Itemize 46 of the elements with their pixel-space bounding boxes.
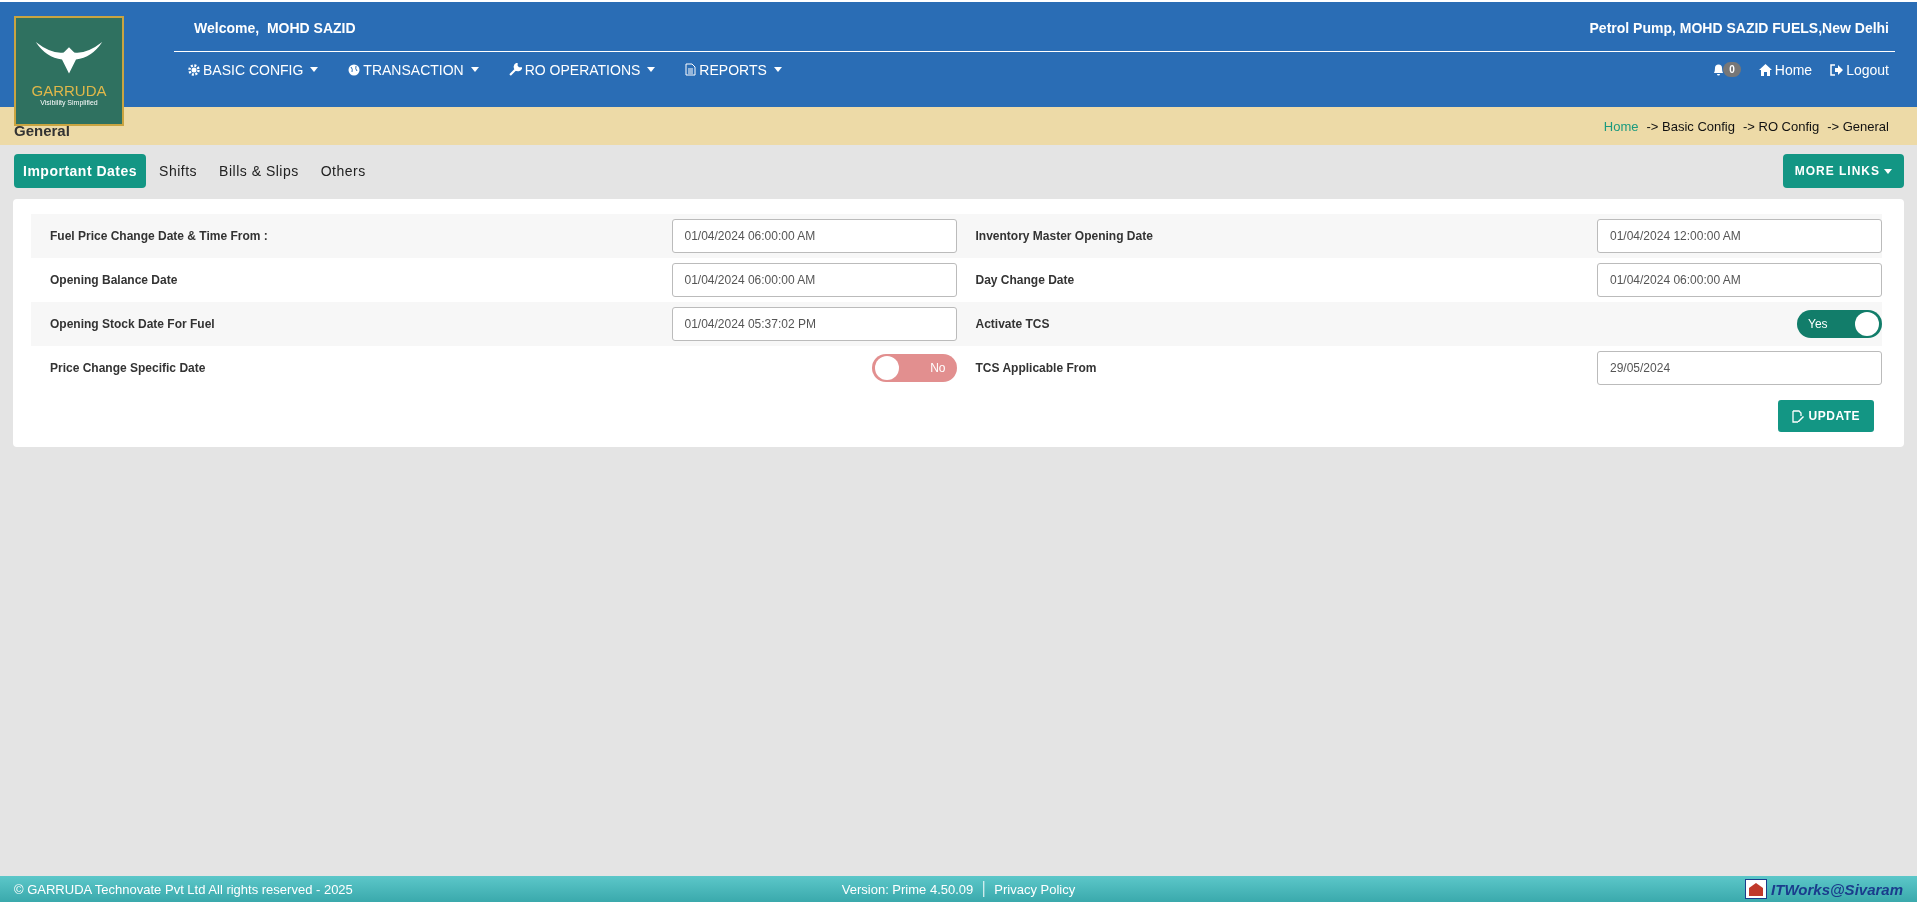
logout-icon bbox=[1830, 63, 1844, 76]
field-label: Opening Balance Date bbox=[50, 273, 178, 287]
date-field[interactable]: 01/04/2024 05:37:02 PM bbox=[671, 307, 957, 341]
tab[interactable]: Shifts bbox=[150, 154, 207, 188]
field-label: Opening Stock Date For Fuel bbox=[50, 317, 215, 331]
logo-name: GARRUDA bbox=[31, 82, 107, 99]
field-label: Activate TCS bbox=[975, 317, 1050, 331]
breadcrumb-text: -> RO Config bbox=[1742, 118, 1820, 134]
tab[interactable]: Others bbox=[311, 154, 375, 188]
top-link[interactable]: Home bbox=[1758, 61, 1813, 78]
field-label: Day Change Date bbox=[975, 273, 1075, 287]
brand-text: ITWorks@Sivaram bbox=[1771, 880, 1903, 898]
field-label: Inventory Master Opening Date bbox=[975, 229, 1153, 243]
breadcrumb-text: -> General bbox=[1827, 118, 1889, 134]
location-text: Petrol Pump, MOHD SAZID FUELS,New Delhi bbox=[1589, 19, 1890, 36]
date-field[interactable]: 29/05/2024 bbox=[1597, 351, 1882, 385]
edit-icon bbox=[1791, 409, 1804, 423]
wrench-icon bbox=[508, 63, 522, 76]
breadcrumb-text: -> Basic Config bbox=[1646, 118, 1735, 134]
tab[interactable]: Important Dates bbox=[14, 154, 147, 188]
toggle-switch[interactable]: Yes bbox=[1797, 310, 1882, 338]
date-field[interactable]: 01/04/2024 06:00:00 AM bbox=[1597, 263, 1882, 297]
copyright-text: © GARRUDA Technovate Pvt Ltd All rights reserved - 2025 bbox=[14, 881, 353, 897]
more-links-button[interactable]: MORE LINKS bbox=[1782, 154, 1904, 188]
globe-icon bbox=[348, 63, 361, 76]
menu-item[interactable]: TRANSACTION bbox=[348, 61, 479, 78]
field-label: Price Change Specific Date bbox=[50, 361, 206, 375]
gear-icon bbox=[188, 63, 200, 76]
notification-count: 0 bbox=[1723, 62, 1741, 77]
date-field[interactable]: 01/04/2024 06:00:00 AM bbox=[671, 263, 957, 297]
field-label: Fuel Price Change Date & Time From : bbox=[50, 229, 268, 243]
welcome-text: Welcome, MOHD SAZID bbox=[194, 19, 356, 36]
top-link[interactable]: Logout bbox=[1830, 61, 1889, 78]
menu-item[interactable]: RO OPERATIONS bbox=[508, 61, 656, 78]
date-field[interactable]: 01/04/2024 12:00:00 AM bbox=[1597, 219, 1882, 253]
menu-item[interactable]: BASIC CONFIG bbox=[188, 61, 319, 78]
menu-item[interactable]: REPORTS bbox=[685, 61, 782, 78]
home-icon bbox=[1758, 63, 1772, 76]
bell-icon[interactable] bbox=[1712, 62, 1726, 77]
field-label: TCS Applicable From bbox=[975, 361, 1097, 375]
date-field[interactable]: 01/04/2024 06:00:00 AM bbox=[671, 219, 957, 253]
document-icon bbox=[685, 63, 697, 76]
version-text: Version: Prime 4.50.09 bbox=[841, 881, 974, 897]
tab[interactable]: Bills & Slips bbox=[210, 154, 308, 188]
page-title: General bbox=[14, 121, 70, 139]
update-button[interactable]: UPDATE bbox=[1777, 400, 1874, 432]
